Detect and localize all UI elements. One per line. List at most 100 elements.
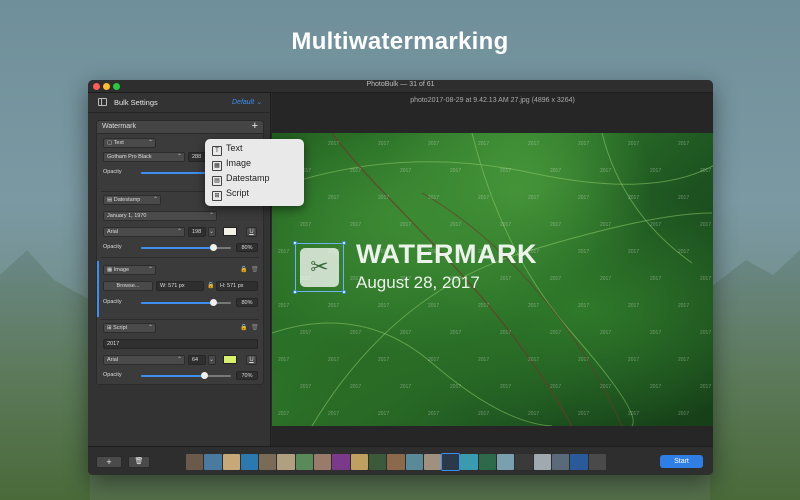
- date-opacity-slider[interactable]: [141, 244, 231, 251]
- image-type-select[interactable]: ▦ Image ⌃: [103, 265, 156, 275]
- image-width-field[interactable]: W: 571 px: [156, 281, 204, 291]
- image-opacity-label: Opacity: [103, 299, 122, 305]
- photo-thumbnail[interactable]: [478, 454, 497, 470]
- text-type-select[interactable]: ▢ Text ⌃: [103, 138, 156, 148]
- text-type-label: Text: [113, 140, 124, 146]
- script-color-swatch[interactable]: [223, 355, 237, 364]
- script-size-field[interactable]: 64: [188, 355, 206, 365]
- photo-thumbnail[interactable]: [441, 453, 461, 471]
- lock-icon[interactable]: 🔒: [240, 266, 247, 273]
- script-opacity-label: Opacity: [103, 372, 122, 378]
- image-opacity-value[interactable]: 80%: [236, 298, 258, 307]
- slider-knob[interactable]: [200, 372, 208, 379]
- add-photos-button[interactable]: +: [96, 456, 122, 468]
- script-year-watermark: 2017: [428, 195, 440, 201]
- text-watermark[interactable]: WATERMARK: [356, 239, 537, 270]
- photo-thumbnail[interactable]: [515, 454, 533, 470]
- script-year-watermark: 2017: [700, 276, 712, 282]
- menu-item-label: Datestamp: [226, 173, 270, 183]
- menu-item-image[interactable]: ▦ Image: [212, 158, 251, 172]
- script-opacity-slider[interactable]: [141, 372, 231, 379]
- photo-thumbnail[interactable]: [295, 454, 314, 470]
- datestamp-type-label: Datestamp: [113, 197, 141, 203]
- image-height-field[interactable]: H: 571 px: [216, 281, 258, 291]
- photo-thumbnail[interactable]: [497, 454, 515, 470]
- slider-knob[interactable]: [209, 299, 217, 306]
- script-text-field[interactable]: 2017: [103, 339, 258, 349]
- photo-thumbnail[interactable]: [314, 454, 332, 470]
- datestamp-type-select[interactable]: ▤ Datestamp ⌃: [103, 195, 161, 205]
- script-font-select[interactable]: Arial ⌃: [103, 355, 185, 365]
- photo-thumbnail[interactable]: [240, 454, 259, 470]
- date-format-select[interactable]: January 1, 1970 ⌃: [103, 211, 217, 221]
- trash-icon[interactable]: 🗑: [251, 266, 259, 273]
- photo-thumbnail[interactable]: [570, 454, 588, 470]
- text-font-select[interactable]: Gotham Pro Black ⌃: [103, 152, 185, 162]
- photo-thumbnail[interactable]: [405, 454, 423, 470]
- resize-handle[interactable]: [293, 241, 297, 245]
- image-watermark-selection[interactable]: ✂: [293, 241, 346, 294]
- date-size-field[interactable]: 198: [188, 227, 206, 237]
- menu-item-script[interactable]: ⊞ Script: [212, 188, 249, 202]
- browse-button[interactable]: Browse...: [103, 281, 153, 291]
- watermark-panel-title: Watermark: [102, 123, 136, 130]
- add-watermark-button[interactable]: +: [252, 120, 258, 132]
- photo-thumbnail[interactable]: [277, 454, 295, 470]
- script-year-watermark: 2017: [378, 411, 390, 417]
- date-size-stepper[interactable]: ⌄: [208, 227, 216, 237]
- resize-handle[interactable]: [342, 241, 346, 245]
- text-opacity-slider[interactable]: [141, 172, 205, 174]
- script-year-watermark: 2017: [328, 195, 340, 201]
- datestamp-watermark[interactable]: August 28, 2017: [356, 273, 480, 293]
- script-year-watermark: 2017: [278, 303, 290, 309]
- date-opacity-value[interactable]: 80%: [236, 243, 258, 252]
- trash-icon[interactable]: 🗑: [251, 324, 259, 331]
- preset-dropdown[interactable]: Default ⌄: [232, 98, 262, 106]
- photo-thumbnail[interactable]: [222, 454, 240, 470]
- script-year-watermark: 2017: [550, 330, 562, 336]
- photo-thumbnail[interactable]: [460, 454, 478, 470]
- script-year-watermark: 2017: [278, 357, 290, 363]
- script-type-select[interactable]: ⊞ Script ⌃: [103, 323, 156, 333]
- date-font-select[interactable]: Arial ⌃: [103, 227, 185, 237]
- photo-thumbnail[interactable]: [423, 454, 442, 470]
- date-color-swatch[interactable]: [223, 227, 237, 236]
- photo-thumbnail[interactable]: [259, 454, 277, 470]
- script-year-watermark: 2017: [678, 357, 690, 363]
- slider-knob[interactable]: [209, 244, 217, 251]
- image-watermark-group: ▦ Image ⌃ 🔒 🗑 Browse... W: 571 px 🔒 H: 57…: [97, 265, 263, 317]
- photo-thumbnail[interactable]: [551, 454, 570, 470]
- lock-icon[interactable]: 🔒: [240, 324, 247, 331]
- preview-area: photo2017-08-29 at 9.42.13 AM 27.jpg (48…: [272, 93, 713, 446]
- sidebar-toggle-icon[interactable]: [98, 98, 107, 106]
- script-year-watermark: 2017: [278, 249, 290, 255]
- script-year-watermark: 2017: [350, 384, 362, 390]
- start-button[interactable]: Start: [660, 455, 703, 468]
- remove-photos-button[interactable]: 🗑: [128, 456, 150, 468]
- photo-thumbnail[interactable]: [204, 454, 222, 470]
- photo-thumbnail[interactable]: [588, 454, 606, 470]
- photo-thumbnail[interactable]: [332, 454, 350, 470]
- menu-item-datestamp[interactable]: ▤ Datestamp: [212, 173, 270, 187]
- preview-photo[interactable]: 2017 2017 2017 2017 2017 2017 2017 2017 2017 2017…: [272, 133, 713, 426]
- photo-thumbnail[interactable]: [186, 454, 204, 470]
- chevron-down-icon: ⌃: [152, 197, 158, 203]
- image-opacity-slider[interactable]: [141, 299, 231, 306]
- date-underline-button[interactable]: U: [246, 227, 257, 237]
- script-opacity-value[interactable]: 70%: [236, 371, 258, 380]
- menu-item-text[interactable]: T Text: [212, 143, 243, 157]
- photo-thumbnail[interactable]: [368, 454, 387, 470]
- text-size-field[interactable]: 288: [188, 152, 206, 162]
- photo-thumbnail[interactable]: [387, 454, 405, 470]
- resize-handle[interactable]: [342, 290, 346, 294]
- script-year-watermark: 2017: [650, 384, 662, 390]
- script-type-label: Script: [113, 325, 128, 331]
- script-size-stepper[interactable]: ⌄: [208, 355, 216, 365]
- resize-handle[interactable]: [293, 290, 297, 294]
- script-underline-button[interactable]: U: [246, 355, 257, 365]
- photo-thumbnail[interactable]: [350, 454, 368, 470]
- photo-thumbnail[interactable]: [533, 454, 551, 470]
- aspect-lock-icon[interactable]: 🔒: [207, 282, 214, 289]
- script-year-watermark: 2017: [550, 276, 562, 282]
- script-year-watermark: 2017: [378, 303, 390, 309]
